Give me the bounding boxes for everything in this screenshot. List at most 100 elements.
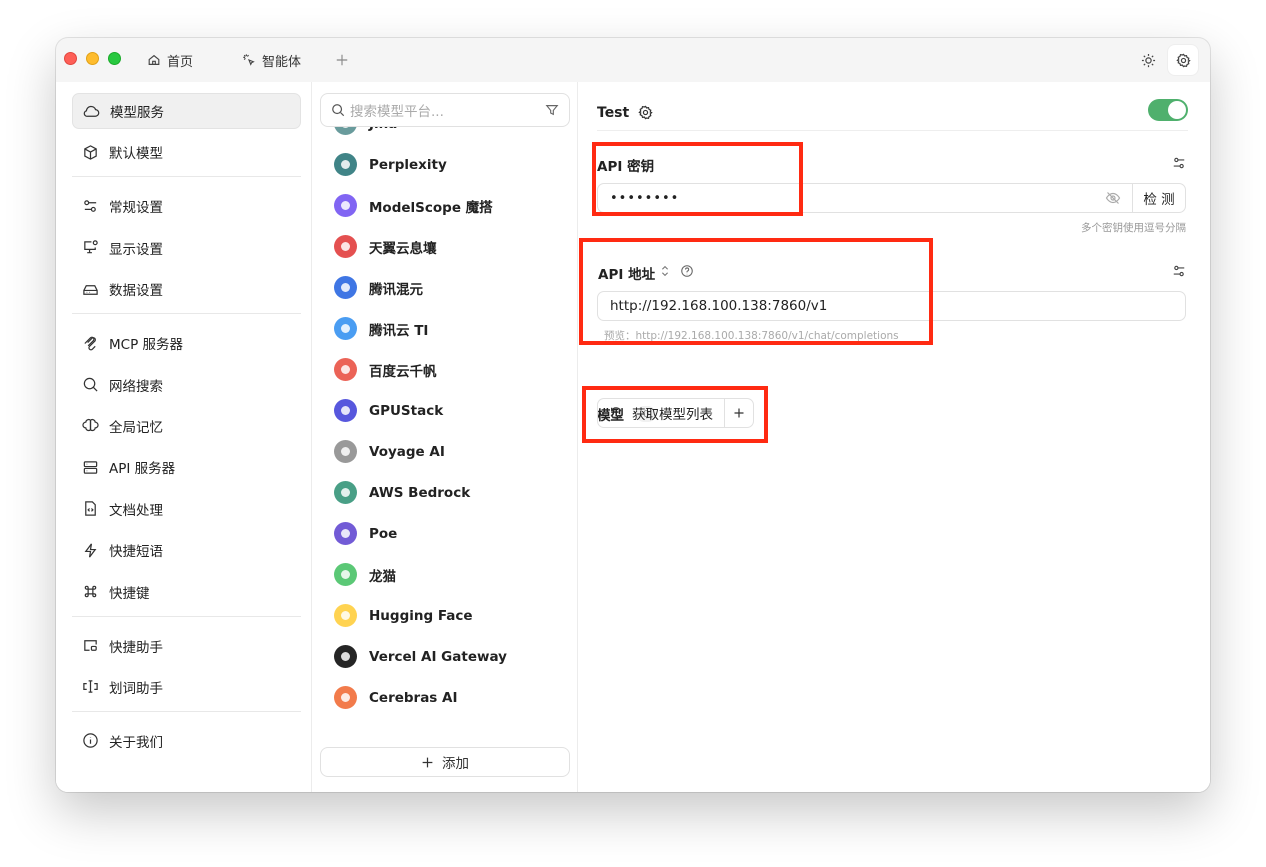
provider-item[interactable]: Perplexity xyxy=(313,144,577,185)
api-url-field[interactable]: http://192.168.100.138:7860/v1 xyxy=(597,291,1186,321)
cube-icon xyxy=(84,145,97,160)
provider-logo-icon xyxy=(334,686,357,709)
settings-nav: 模型服务 默认模型 常规设置 显示设置 数据设置 MCP 服务器 网络搜索 全局… xyxy=(56,82,312,792)
nav-item-label: 网络搜索 xyxy=(109,378,163,395)
provider-item[interactable]: 龙猫 xyxy=(313,554,577,595)
nav-item-shortcuts[interactable]: 快捷键 xyxy=(72,574,301,610)
help-icon[interactable] xyxy=(680,264,694,278)
nav-item-general[interactable]: 常规设置 xyxy=(72,188,301,224)
nav-item-default-model[interactable]: 默认模型 xyxy=(72,134,301,170)
provider-name: Vercel AI Gateway xyxy=(369,648,507,665)
nav-item-label: 划词助手 xyxy=(109,680,163,697)
add-provider-label: 添加 xyxy=(442,756,469,772)
nav-divider xyxy=(72,313,301,315)
provider-item[interactable]: Vercel AI Gateway xyxy=(313,636,577,677)
check-api-key-button[interactable]: 检 测 xyxy=(1132,184,1185,212)
filter-icon[interactable] xyxy=(545,103,559,117)
provider-item[interactable]: Jina xyxy=(313,127,577,144)
api-key-field[interactable]: •••••••• 检 测 xyxy=(597,183,1186,213)
minimize-window-button[interactable] xyxy=(86,52,99,65)
nav-item-label: 显示设置 xyxy=(109,241,163,258)
provider-search-input[interactable]: 搜索模型平台... xyxy=(320,93,570,127)
fetch-models-button[interactable]: 获取模型列表 xyxy=(598,399,724,427)
window-assistant-icon xyxy=(84,640,97,651)
nav-item-selection-assistant[interactable]: 划词助手 xyxy=(72,669,301,705)
provider-item[interactable]: 百度云千帆 xyxy=(313,349,577,390)
nav-item-quick-phrases[interactable]: 快捷短语 xyxy=(72,532,301,568)
maximize-window-button[interactable] xyxy=(108,52,121,65)
provider-name: Jina xyxy=(369,127,397,132)
mcp-icon xyxy=(84,336,96,350)
sliders-icon[interactable] xyxy=(1172,156,1186,170)
add-model-button[interactable] xyxy=(724,399,753,427)
tab-agent-label: 智能体 xyxy=(262,54,302,70)
nav-item-web-search[interactable]: 网络搜索 xyxy=(72,367,301,403)
provider-name: GPUStack xyxy=(369,402,444,419)
provider-item[interactable]: GPUStack xyxy=(313,390,577,431)
search-placeholder: 搜索模型平台... xyxy=(350,104,444,120)
close-window-button[interactable] xyxy=(64,52,77,65)
search-icon xyxy=(332,104,345,117)
sliders-icon[interactable] xyxy=(1172,264,1186,278)
plus-icon xyxy=(422,757,433,767)
gear-icon[interactable] xyxy=(638,105,653,120)
nav-item-label: 数据设置 xyxy=(109,283,163,300)
nav-divider xyxy=(72,615,301,617)
nav-item-model-service[interactable]: 模型服务 xyxy=(72,93,301,129)
home-icon xyxy=(148,54,160,65)
server-icon xyxy=(83,461,98,474)
nav-divider xyxy=(72,176,301,178)
info-icon xyxy=(83,733,98,749)
nav-item-about[interactable]: 关于我们 xyxy=(72,723,301,759)
provider-list-scroll[interactable]: Jina Perplexity ModelScope 魔搭天翼云息壤腾讯混元腾讯云 … xyxy=(313,127,577,718)
nav-item-documents[interactable]: 文档处理 xyxy=(72,491,301,527)
tab-agent[interactable]: 智能体 xyxy=(242,50,301,70)
plus-icon xyxy=(734,408,744,418)
provider-name: ModelScope 魔搭 xyxy=(369,199,493,216)
nav-item-display[interactable]: 显示设置 xyxy=(72,230,301,266)
provider-logo-icon xyxy=(334,645,357,668)
provider-logo-icon xyxy=(334,127,357,135)
api-url-preview: 预览：http://192.168.100.138:7860/v1/chat/c… xyxy=(604,330,899,342)
nav-item-quick-assistant[interactable]: 快捷助手 xyxy=(72,628,301,664)
provider-item[interactable]: Voyage AI xyxy=(313,431,577,472)
tab-home[interactable]: 首页 xyxy=(147,50,193,70)
provider-item[interactable]: 天翼云息壤 xyxy=(313,226,577,267)
provider-item[interactable]: ModelScope 魔搭 xyxy=(313,185,577,226)
provider-item[interactable]: Poe xyxy=(313,513,577,554)
api-key-label: API 密钥 xyxy=(597,159,655,175)
provider-item[interactable]: 腾讯云 TI xyxy=(313,308,577,349)
file-code-icon xyxy=(85,501,96,516)
add-tab-button[interactable] xyxy=(335,50,349,70)
eye-off-icon[interactable] xyxy=(1105,190,1121,206)
monitor-gear-icon xyxy=(84,240,98,254)
provider-name: 腾讯云 TI xyxy=(369,322,429,339)
lightning-icon xyxy=(84,543,97,558)
nav-item-mcp[interactable]: MCP 服务器 xyxy=(72,325,301,361)
provider-logo-icon xyxy=(334,153,357,176)
nav-item-label: 文档处理 xyxy=(109,502,163,519)
provider-item[interactable]: Hugging Face xyxy=(313,595,577,636)
provider-item[interactable]: 腾讯混元 xyxy=(313,267,577,308)
provider-logo-icon xyxy=(334,563,357,586)
provider-item[interactable]: Cerebras AI xyxy=(313,677,577,718)
api-key-value: •••••••• xyxy=(610,190,680,206)
nav-item-label: 快捷助手 xyxy=(109,639,163,656)
provider-logo-icon xyxy=(334,604,357,627)
plus-icon xyxy=(336,54,348,66)
nav-item-data[interactable]: 数据设置 xyxy=(72,271,301,307)
provider-logo-icon xyxy=(334,358,357,381)
provider-item[interactable]: AWS Bedrock xyxy=(313,472,577,513)
add-provider-button[interactable]: 添加 xyxy=(320,747,570,777)
sliders-icon xyxy=(84,200,97,212)
theme-toggle-button[interactable] xyxy=(1138,50,1158,70)
nav-item-memory[interactable]: 全局记忆 xyxy=(72,408,301,444)
chevron-up-down-icon[interactable] xyxy=(658,264,672,278)
provider-enable-toggle[interactable] xyxy=(1148,99,1188,121)
settings-button[interactable] xyxy=(1168,45,1198,75)
nav-item-api-server[interactable]: API 服务器 xyxy=(72,449,301,485)
api-url-value: http://192.168.100.138:7860/v1 xyxy=(610,298,828,314)
provider-logo-icon xyxy=(334,235,357,258)
provider-settings: Test API 密钥 •••••••• 检 测 多个密钥使用逗号分隔 API … xyxy=(579,82,1210,792)
command-icon xyxy=(84,585,97,598)
